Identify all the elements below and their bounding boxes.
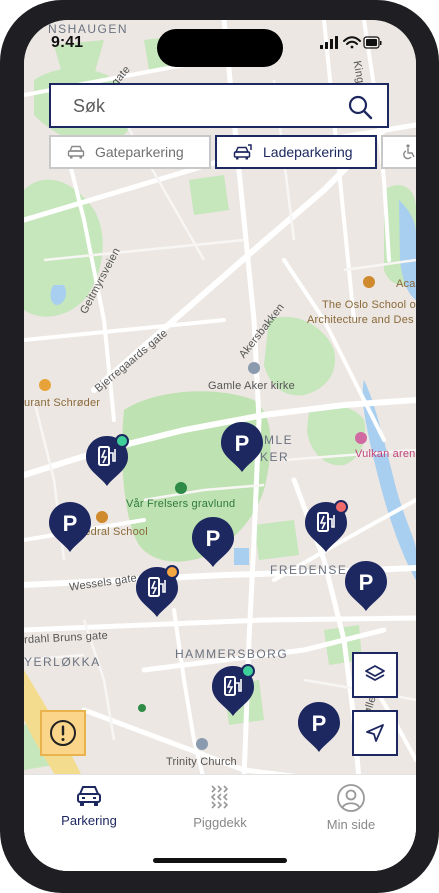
signal-icon (320, 36, 338, 49)
parking-pin[interactable]: P (219, 420, 265, 474)
bottom-tab-bar: Parkering Piggdekk Min side (24, 774, 416, 871)
parking-pin[interactable]: P (190, 515, 236, 569)
tab-label: Min side (326, 817, 376, 832)
filter-chip-accessible[interactable] (381, 135, 416, 169)
status-bar: 9:41 (24, 20, 416, 68)
alert-button[interactable] (40, 710, 86, 756)
map-label-district: FREDENSE (270, 563, 348, 577)
locate-me-button[interactable] (352, 710, 398, 756)
parking-pin[interactable]: P (296, 700, 342, 754)
tab-piggdekk[interactable]: Piggdekk (155, 783, 285, 830)
alert-circle-icon (50, 720, 76, 746)
filter-chip-label: Ladeparkering (263, 144, 353, 160)
svg-text:P: P (206, 526, 221, 551)
tab-min-side[interactable]: Min side (286, 783, 416, 832)
tab-parkering[interactable]: Parkering (24, 783, 154, 828)
map-label-poi: Trinity Church (166, 756, 237, 768)
map-label-poi: Architecture and Des (307, 314, 414, 326)
filter-chip-label: Gateparkering (95, 144, 184, 160)
svg-text:P: P (359, 570, 374, 595)
parking-pin[interactable]: P (343, 559, 389, 613)
car-icon (67, 145, 85, 159)
search-bar[interactable] (49, 83, 389, 128)
search-input[interactable] (51, 85, 355, 128)
status-icons (320, 36, 382, 55)
ev-charging-pin[interactable] (134, 565, 180, 619)
svg-text:P: P (235, 431, 250, 456)
user-icon (337, 784, 365, 812)
home-indicator (153, 858, 287, 863)
map-label-poi: The Oslo School of (322, 299, 416, 311)
ev-car-icon (233, 144, 252, 160)
svg-text:P: P (312, 711, 327, 736)
ev-charging-pin[interactable] (210, 664, 256, 718)
wheelchair-icon (403, 144, 415, 160)
ev-charging-pin[interactable] (303, 500, 349, 554)
car-icon (77, 786, 101, 806)
phone-side-button (0, 225, 2, 287)
map-label-poi: Vulkan arena (355, 448, 416, 460)
search-icon[interactable] (347, 94, 373, 125)
map-label-district: HAMMERSBORG (175, 647, 289, 661)
svg-text:P: P (63, 511, 78, 536)
phone-side-button (0, 300, 2, 362)
status-time: 9:41 (51, 34, 84, 51)
tire-tread-icon (210, 785, 229, 809)
map-label-district: MLE (264, 433, 294, 447)
tab-label: Parkering (61, 813, 117, 828)
battery-icon (363, 36, 382, 49)
map-label-district: YERLØKKA (24, 655, 101, 669)
layers-icon (365, 665, 385, 681)
filter-chips: Gateparkering Ladeparkering (49, 135, 416, 171)
layers-button[interactable] (352, 652, 398, 698)
filter-chip-gateparkering[interactable]: Gateparkering (49, 135, 211, 169)
dynamic-island (157, 29, 283, 67)
ev-charging-pin[interactable] (84, 434, 130, 488)
filter-chip-ladeparkering[interactable]: Ladeparkering (215, 135, 377, 169)
navigation-arrow-icon (366, 724, 384, 742)
map-label-poi: Gamle Aker kirke (208, 380, 295, 392)
map-label-poi: Vår Frelsers gravlund (126, 498, 236, 510)
wifi-icon (343, 36, 361, 49)
map-label-poi: Aca (396, 278, 416, 290)
phone-side-button (0, 170, 2, 204)
phone-frame: NSHAUGEN gate Kingos Geitmyrsveien Bjerr… (0, 0, 439, 893)
parking-pin[interactable]: P (47, 500, 93, 554)
map-label-poi: urant Schrøder (24, 397, 101, 409)
tab-label: Piggdekk (193, 815, 247, 830)
app-screen: NSHAUGEN gate Kingos Geitmyrsveien Bjerr… (24, 20, 416, 871)
